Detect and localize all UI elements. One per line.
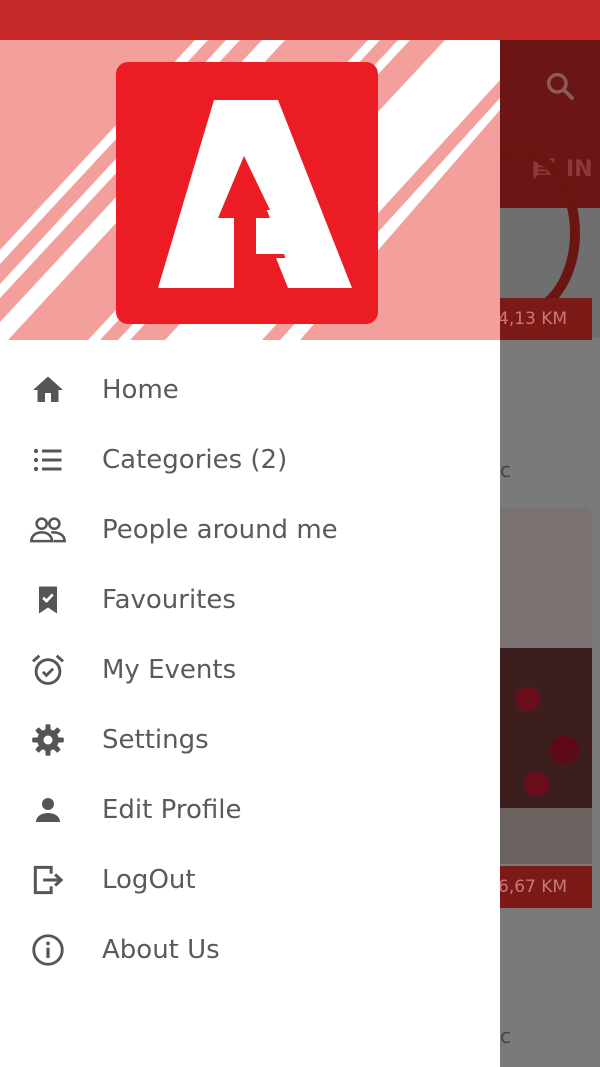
distance-badge: 6,67 KM	[500, 866, 592, 908]
menu-item-edit-profile[interactable]: Edit Profile	[0, 775, 500, 845]
menu-item-label: Favourites	[102, 585, 236, 615]
menu-item-label: Home	[102, 375, 179, 405]
logout-icon	[28, 860, 68, 900]
info-icon	[28, 930, 68, 970]
menu-item-label: Edit Profile	[102, 795, 242, 825]
people-icon	[28, 510, 68, 550]
menu-item-label: LogOut	[102, 865, 196, 895]
drawer-menu: Home Categories (2) People around me Fav…	[0, 355, 500, 985]
menu-item-categories[interactable]: Categories (2)	[0, 425, 500, 495]
food-image	[500, 508, 592, 864]
distance-badge: 4,13 KM	[500, 298, 592, 340]
search-icon[interactable]	[544, 70, 576, 102]
background-app: IN 4,13 KM c 6,67 KM c	[500, 40, 600, 1067]
menu-item-people-around-me[interactable]: People around me	[0, 495, 500, 565]
app-logo	[116, 62, 378, 324]
menu-item-favourites[interactable]: Favourites	[0, 565, 500, 635]
list-icon	[28, 440, 68, 480]
status-bar	[0, 0, 600, 40]
partial-text: c	[500, 458, 511, 482]
menu-item-about-us[interactable]: About Us	[0, 915, 500, 985]
bookmark-check-icon	[28, 580, 68, 620]
gear-icon	[28, 720, 68, 760]
drawer-header	[0, 40, 500, 340]
menu-item-label: Categories (2)	[102, 445, 288, 475]
menu-item-label: Settings	[102, 725, 209, 755]
navigation-drawer: Home Categories (2) People around me Fav…	[0, 40, 500, 1067]
menu-item-logout[interactable]: LogOut	[0, 845, 500, 915]
distance-text: 6,67 KM	[500, 877, 568, 897]
person-icon	[28, 790, 68, 830]
tab-label: IN	[566, 156, 593, 182]
menu-item-home[interactable]: Home	[0, 355, 500, 425]
menu-item-my-events[interactable]: My Events	[0, 635, 500, 705]
distance-text: 4,13 KM	[500, 309, 568, 329]
menu-item-label: My Events	[102, 655, 237, 685]
menu-item-label: People around me	[102, 515, 338, 545]
home-icon	[28, 370, 68, 410]
menu-item-label: About Us	[102, 935, 220, 965]
partial-text: c	[500, 1024, 511, 1048]
alarm-check-icon	[28, 650, 68, 690]
logo-letter-a	[158, 100, 352, 288]
menu-item-settings[interactable]: Settings	[0, 705, 500, 775]
